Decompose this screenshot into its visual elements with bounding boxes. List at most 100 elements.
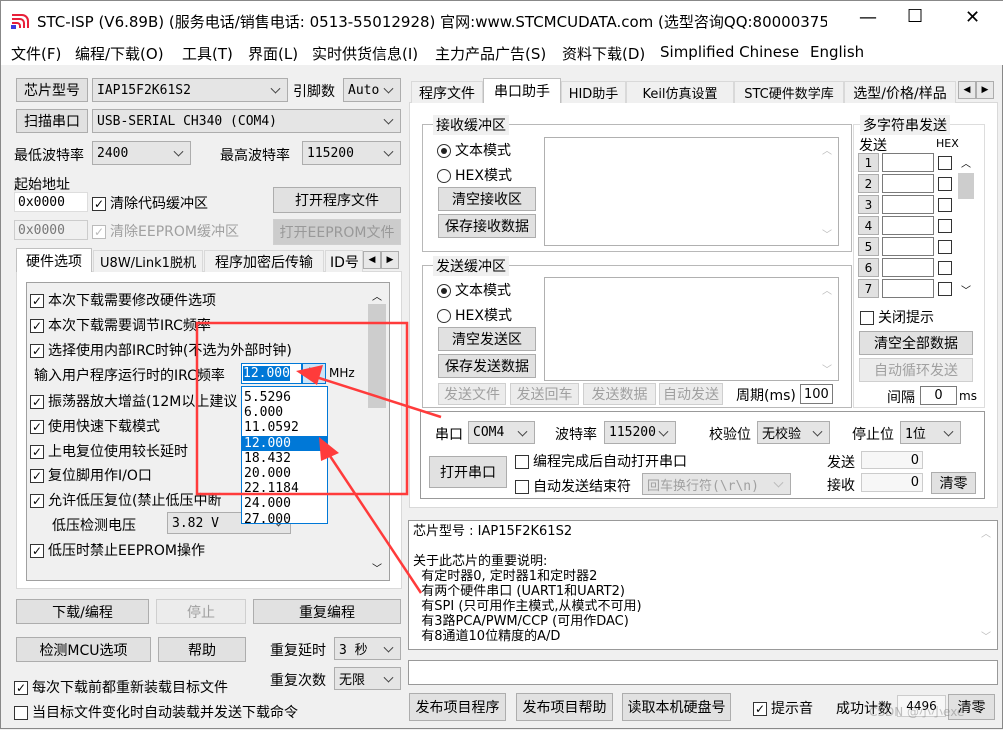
- menu-interface[interactable]: 界面(L): [248, 43, 298, 64]
- tab-stc-math-library[interactable]: STC硬件数学库: [734, 81, 844, 103]
- multi-send-button[interactable]: 1: [858, 153, 879, 172]
- multi-send-button[interactable]: 2: [858, 174, 879, 193]
- chip-model-select[interactable]: IAP15F2K61S2: [92, 78, 288, 102]
- irc-frequency-input[interactable]: 12.000: [241, 363, 302, 384]
- irc-option[interactable]: 6.000: [242, 405, 327, 420]
- multi-string-input[interactable]: [882, 153, 934, 172]
- hardware-option-checkbox[interactable]: 允许低压复位(禁止低压中断: [30, 490, 221, 510]
- irc-option[interactable]: 20.000: [242, 466, 327, 481]
- start-address-input[interactable]: 0x0000: [14, 192, 88, 212]
- clear-receive-button[interactable]: 清空接收区: [438, 187, 536, 211]
- clear-count-button[interactable]: 清零: [931, 472, 976, 494]
- multi-string-input[interactable]: [882, 237, 934, 256]
- maximize-button[interactable]: ☐: [907, 6, 923, 27]
- hardware-option-checkbox[interactable]: 复位脚用作I/O口: [30, 465, 152, 485]
- multi-send-button[interactable]: 5: [858, 237, 879, 256]
- interval-input[interactable]: 0: [920, 386, 957, 405]
- menu-downloads[interactable]: 资料下载(D): [562, 43, 645, 64]
- multi-hex-checkbox[interactable]: [938, 239, 956, 255]
- multi-scrollbar[interactable]: ︿ ﹀: [957, 153, 975, 299]
- tab-u8w-offline[interactable]: U8W/Link1脱机: [93, 250, 203, 272]
- tab-selection-price[interactable]: 选型/价格/样品: [844, 81, 956, 103]
- auto-open-port-checkbox[interactable]: 编程完成后自动打开串口: [515, 451, 687, 471]
- options-scrollbar[interactable]: ︿ ﹀: [366, 284, 388, 579]
- detect-mcu-button[interactable]: 检测MCU选项: [16, 637, 151, 662]
- open-program-file-button[interactable]: 打开程序文件: [273, 187, 401, 213]
- menu-tools[interactable]: 工具(T): [182, 43, 233, 64]
- send-text-mode-radio[interactable]: 文本模式: [437, 280, 511, 300]
- tab-scroll-left-button[interactable]: ◀: [363, 251, 381, 269]
- multi-string-input[interactable]: [882, 258, 934, 277]
- irc-dropdown-button[interactable]: ﹀: [302, 363, 326, 384]
- beep-checkbox[interactable]: 提示音: [753, 698, 813, 718]
- reload-before-download-checkbox[interactable]: 每次下载前都重新装载目标文件: [14, 677, 228, 697]
- close-tip-checkbox[interactable]: 关闭提示: [860, 307, 934, 327]
- parity-select[interactable]: 无校验: [757, 421, 830, 444]
- read-disk-id-button[interactable]: 读取本机硬盘号: [622, 693, 731, 721]
- tab-program-file[interactable]: 程序文件: [411, 81, 483, 103]
- stop-bits-select[interactable]: 1位: [900, 421, 961, 444]
- multi-send-button[interactable]: 6: [858, 258, 879, 277]
- irc-option[interactable]: 12.000: [242, 435, 327, 451]
- menu-simplified-chinese[interactable]: Simplified Chinese: [660, 43, 799, 61]
- menu-ads[interactable]: 主力产品广告(S): [435, 43, 546, 64]
- recv-hex-mode-radio[interactable]: HEX模式: [437, 165, 512, 185]
- close-button[interactable]: ✕: [965, 7, 980, 28]
- multi-hex-checkbox[interactable]: [938, 176, 956, 192]
- publish-help-button[interactable]: 发布项目帮助: [516, 693, 613, 721]
- hardware-option-checkbox[interactable]: 使用快速下载模式: [30, 416, 160, 436]
- period-input[interactable]: 100: [800, 384, 833, 404]
- repeat-delay-select[interactable]: 3 秒: [334, 637, 401, 660]
- menu-file[interactable]: 文件(F): [11, 43, 61, 64]
- multi-hex-checkbox[interactable]: [938, 260, 956, 276]
- com-port-select[interactable]: COM4: [468, 421, 535, 444]
- menu-supply[interactable]: 实时供货信息(I): [312, 43, 418, 64]
- multi-string-input[interactable]: [882, 279, 934, 298]
- send-hex-mode-radio[interactable]: HEX模式: [437, 305, 512, 325]
- tab-hardware-options[interactable]: 硬件选项: [16, 248, 92, 272]
- irc-option[interactable]: 27.000: [242, 512, 327, 527]
- publish-program-button[interactable]: 发布项目程序: [409, 693, 506, 721]
- menu-english[interactable]: English: [810, 43, 864, 61]
- multi-send-button[interactable]: 7: [858, 279, 879, 298]
- auto-send-end-checkbox[interactable]: 自动发送结束符: [515, 476, 631, 496]
- scan-port-button[interactable]: 扫描串口: [16, 109, 88, 133]
- multi-send-button[interactable]: 3: [858, 195, 879, 214]
- auto-load-send-checkbox[interactable]: 当目标文件变化时自动装载并发送下载命令: [14, 702, 298, 722]
- hardware-option-checkbox[interactable]: 上电复位使用较长延时: [30, 441, 188, 461]
- repeat-program-button[interactable]: 重复编程: [253, 599, 401, 624]
- multi-hex-checkbox[interactable]: [938, 281, 956, 297]
- tab-hid-assistant[interactable]: HID助手: [561, 81, 626, 103]
- save-send-button[interactable]: 保存发送数据: [438, 354, 536, 378]
- recv-text-mode-radio[interactable]: 文本模式: [437, 140, 511, 160]
- chip-model-button[interactable]: 芯片型号: [16, 78, 88, 102]
- pins-select[interactable]: Auto: [343, 78, 401, 102]
- tab-keil-emulation[interactable]: Keil仿真设置: [626, 81, 734, 103]
- multi-hex-checkbox[interactable]: [938, 218, 956, 234]
- multi-string-input[interactable]: [882, 216, 934, 235]
- multi-string-input[interactable]: [882, 174, 934, 193]
- tab-encrypted-transfer[interactable]: 程序加密后传输: [204, 250, 324, 272]
- help-button[interactable]: 帮助: [158, 637, 246, 662]
- hardware-option-checkbox[interactable]: 振荡器放大增益(12M以上建议: [30, 391, 237, 411]
- irc-option[interactable]: 18.432: [242, 451, 327, 466]
- right-tab-scroll-left-button[interactable]: ◀: [958, 81, 976, 99]
- max-baud-select[interactable]: 115200: [302, 141, 401, 165]
- menu-program[interactable]: 编程/下载(O): [75, 43, 164, 64]
- hardware-option-checkbox[interactable]: 选择使用内部IRC时钟(不选为外部时钟): [30, 340, 292, 360]
- irc-option[interactable]: 11.0592: [242, 420, 327, 435]
- baud-select[interactable]: 115200: [604, 421, 676, 444]
- port-select[interactable]: USB-SERIAL CH340 (COM4): [92, 109, 401, 133]
- send-textarea[interactable]: ︿ ﹀: [544, 277, 839, 381]
- clear-send-button[interactable]: 清空发送区: [438, 327, 536, 351]
- multi-send-button[interactable]: 4: [858, 216, 879, 235]
- irc-option[interactable]: 22.1184: [242, 481, 327, 496]
- hardware-option-checkbox[interactable]: 本次下载需要修改硬件选项: [30, 290, 216, 310]
- open-port-button[interactable]: 打开串口: [429, 456, 507, 488]
- multi-hex-checkbox[interactable]: [938, 197, 956, 213]
- download-program-button[interactable]: 下载/编程: [16, 599, 149, 624]
- repeat-count-select[interactable]: 无限: [334, 667, 401, 690]
- irc-option[interactable]: 5.5296: [242, 390, 327, 405]
- hardware-option-checkbox[interactable]: 本次下载需要调节IRC频率: [30, 315, 211, 335]
- receive-textarea[interactable]: ︿ ﹀: [544, 137, 839, 246]
